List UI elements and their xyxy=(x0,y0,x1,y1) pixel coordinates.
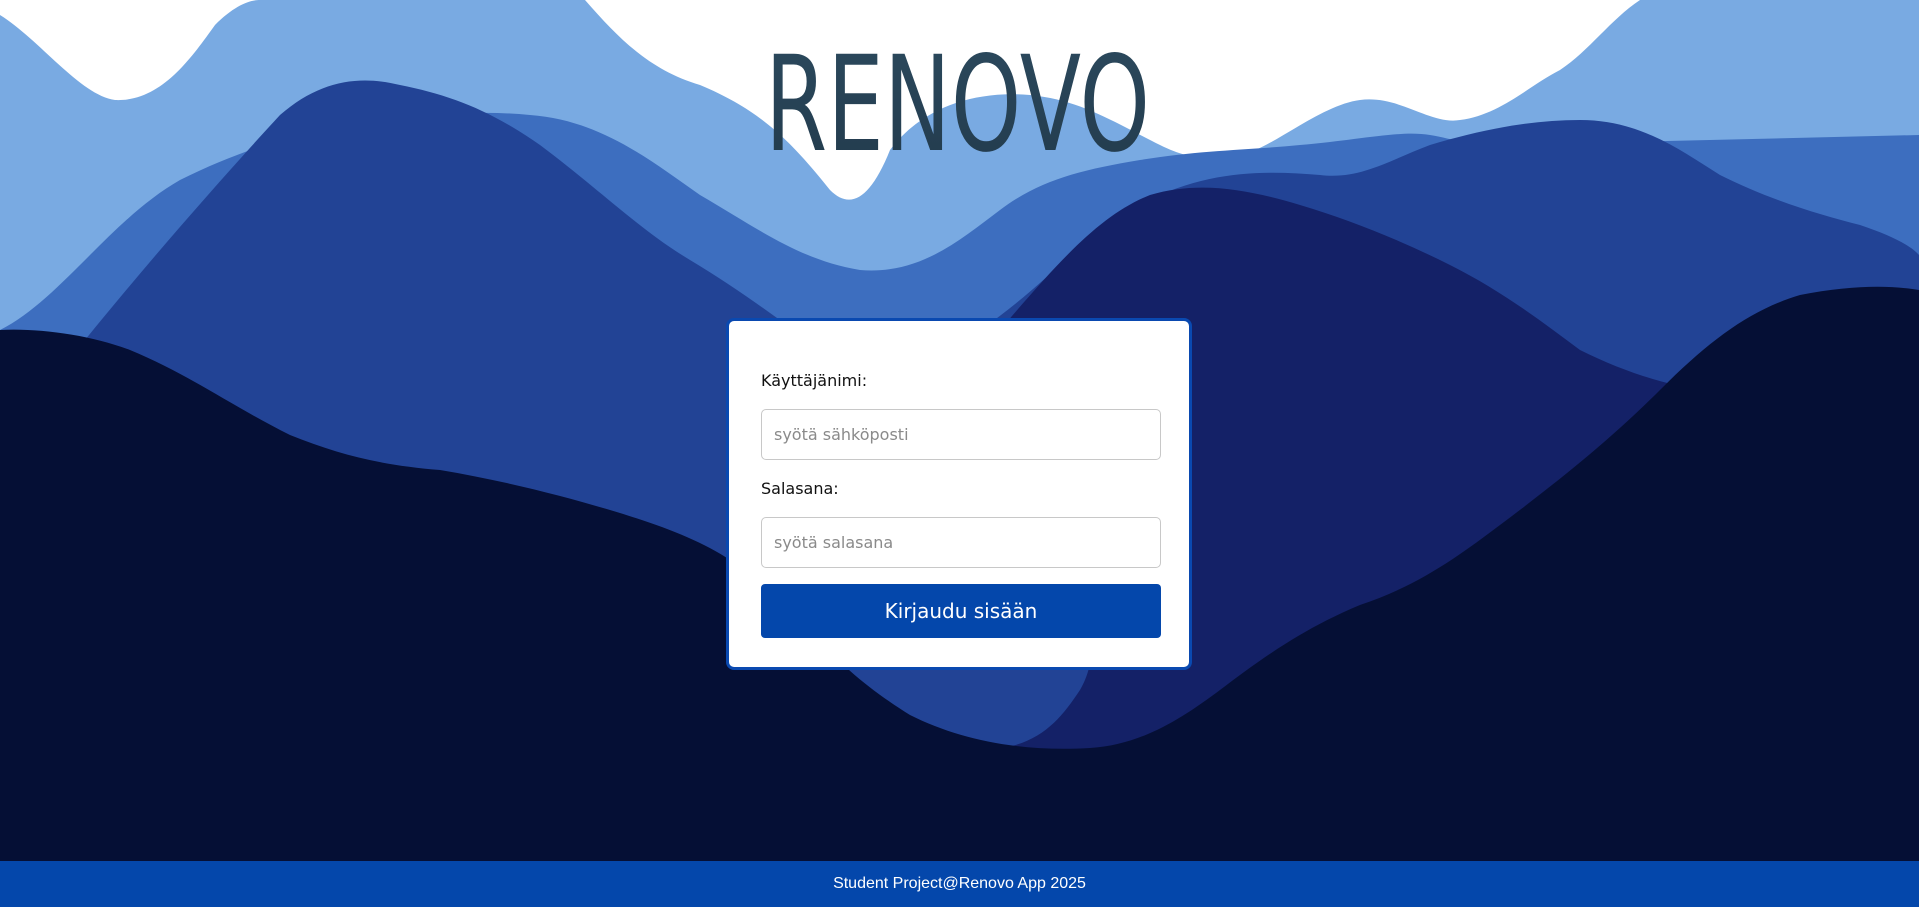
renovo-logo: RENOVO xyxy=(765,30,1150,180)
password-input[interactable] xyxy=(761,517,1161,568)
footer: Student Project@Renovo App 2025 xyxy=(0,861,1919,907)
username-label: Käyttäjänimi: xyxy=(761,371,868,390)
username-input[interactable] xyxy=(761,409,1161,460)
login-page: RENOVO Käyttäjänimi: Salasana: Kirjaudu … xyxy=(0,0,1919,907)
login-card: Käyttäjänimi: Salasana: Kirjaudu sisään xyxy=(726,318,1192,670)
password-label: Salasana: xyxy=(761,479,839,498)
logo-wordmark: RENOVO xyxy=(765,30,1150,180)
login-button[interactable]: Kirjaudu sisään xyxy=(761,584,1161,638)
footer-text: Student Project@Renovo App 2025 xyxy=(833,875,1086,892)
